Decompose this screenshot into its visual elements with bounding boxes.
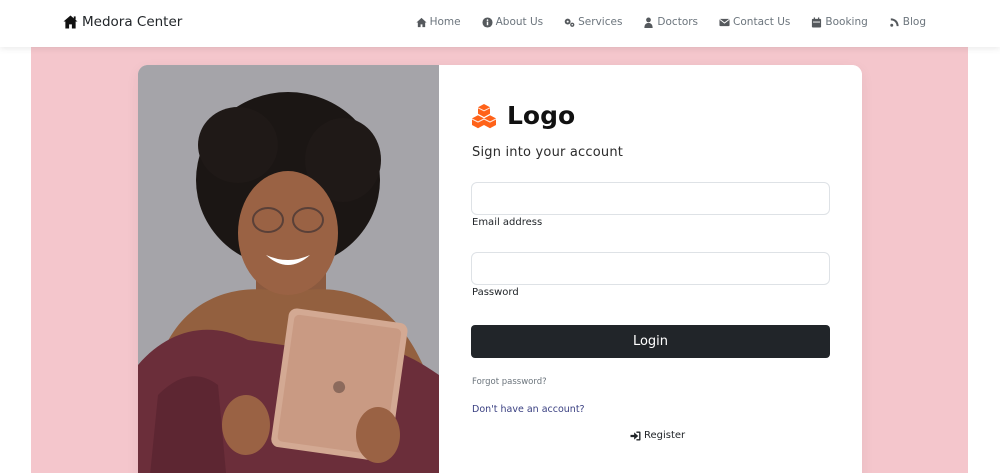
logo: Logo <box>471 101 575 130</box>
nav-link-label: Booking <box>825 16 868 28</box>
hero-photo <box>138 65 439 473</box>
brand-name: Medora Center <box>82 14 183 30</box>
nav-link-about[interactable]: About Us <box>482 16 544 28</box>
nav-link-services[interactable]: Services <box>564 16 622 28</box>
cubes-icon <box>471 103 497 129</box>
email-label: Email address <box>472 217 543 228</box>
register-link[interactable]: Register <box>630 430 685 441</box>
calendar-icon <box>811 16 822 28</box>
login-button[interactable]: Login <box>471 325 830 358</box>
user-doctor-icon <box>643 17 654 28</box>
info-circle-icon <box>482 16 493 28</box>
nav-link-label: Blog <box>902 16 926 28</box>
blog-icon <box>889 17 900 28</box>
email-input[interactable] <box>471 182 830 215</box>
login-card: Logo Sign into your account Email addres… <box>138 65 862 473</box>
nav-link-label: Home <box>429 16 461 28</box>
login-form-panel: Logo Sign into your account Email addres… <box>439 65 862 473</box>
nav-link-doctors[interactable]: Doctors <box>643 16 698 28</box>
nav-link-booking[interactable]: Booking <box>811 16 868 28</box>
nav-link-label: Doctors <box>657 16 699 28</box>
password-input[interactable] <box>471 252 830 285</box>
password-label: Password <box>472 287 519 298</box>
gears-icon <box>564 17 575 28</box>
sign-in-icon <box>630 430 641 441</box>
forgot-password-link[interactable]: Forgot password? <box>472 377 547 387</box>
no-account-link[interactable]: Don't have an account? <box>472 404 585 415</box>
home-icon <box>416 17 427 28</box>
nav-link-contact[interactable]: Contact Us <box>719 16 790 28</box>
nav-link-blog[interactable]: Blog <box>889 16 926 28</box>
brand-link[interactable]: Medora Center <box>63 14 182 30</box>
register-label: Register <box>644 430 686 441</box>
nav-link-label: Services <box>578 16 623 28</box>
nav-link-label: Contact Us <box>733 16 791 28</box>
logo-text: Logo <box>507 101 576 130</box>
envelope-icon <box>719 17 730 28</box>
house-icon <box>63 15 78 29</box>
top-navbar: Medora Center Home About Us Services Doc… <box>0 0 1000 47</box>
nav-link-home[interactable]: Home <box>416 16 461 28</box>
nav-link-label: About Us <box>495 16 544 28</box>
form-subtitle: Sign into your account <box>472 145 624 160</box>
nav-links: Home About Us Services Doctors Contact U… <box>416 16 926 28</box>
